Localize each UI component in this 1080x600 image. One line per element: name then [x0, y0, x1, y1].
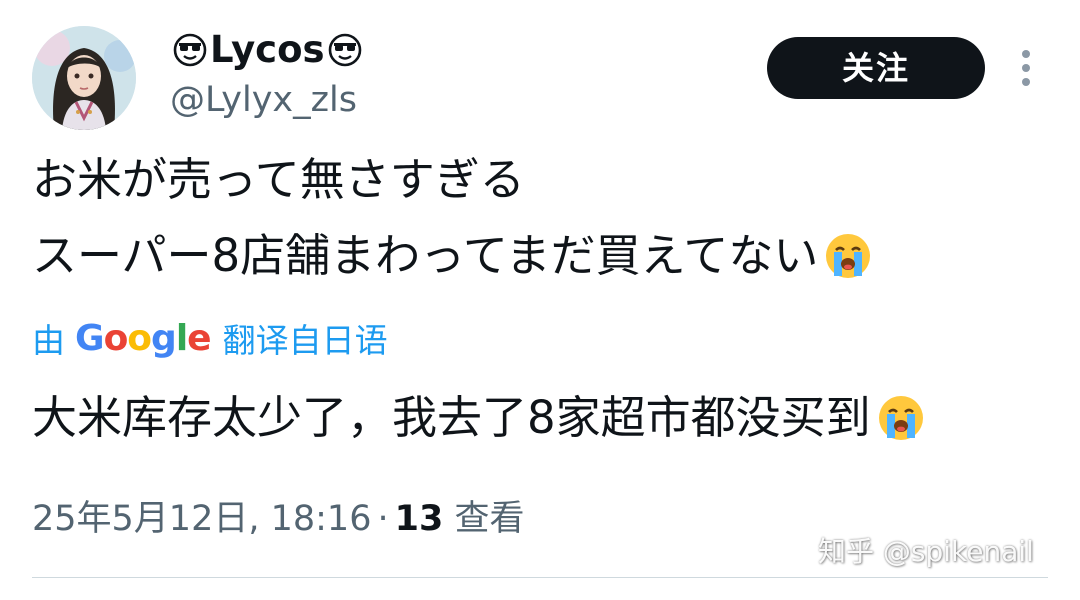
tweet-text-line-2: スーパー8店舗まわってまだ買えてない	[32, 229, 819, 282]
loudly-crying-face-icon	[822, 230, 874, 282]
translate-source-label: 翻译自日语	[222, 321, 388, 360]
follow-button[interactable]: 关注	[767, 37, 985, 99]
display-name[interactable]: Lycos	[170, 26, 365, 74]
google-letter: e	[187, 317, 211, 359]
translated-text-line: 大米库存太少了，我去了8家超市都没买到	[32, 391, 871, 444]
google-letter: o	[127, 317, 152, 359]
views-count: 13	[394, 499, 444, 539]
tweet-text-line: スーパー8店舗まわってまだ買えてない	[32, 226, 874, 286]
smiling-face-with-sunglasses-icon	[173, 33, 207, 67]
translate-link[interactable]: 由 Google 翻译自日语	[32, 314, 388, 362]
divider	[32, 577, 1048, 578]
loudly-crying-face-icon	[875, 392, 927, 444]
avatar-girl-icon	[32, 26, 136, 130]
more-vertical-icon[interactable]	[1016, 48, 1036, 88]
smiling-face-with-sunglasses-icon	[328, 33, 362, 67]
display-name-text: Lycos	[210, 28, 325, 71]
tweet-meta: 25年5月12日, 18:16 · 13 查看	[32, 494, 524, 544]
meta-separator: ·	[377, 499, 389, 539]
google-letter: G	[75, 317, 105, 359]
watermark: 知乎 @spikenail	[818, 535, 1034, 568]
avatar[interactable]	[32, 26, 136, 130]
tweet-timestamp[interactable]: 25年5月12日, 18:16	[32, 499, 371, 539]
translated-text: 大米库存太少了，我去了8家超市都没买到	[32, 388, 927, 448]
user-handle[interactable]: @Lylyx_zls	[170, 76, 357, 124]
views-label: 查看	[454, 499, 525, 539]
google-letter: g	[151, 317, 177, 359]
tweet-text-line: お米が売って無さすぎる	[32, 150, 525, 210]
google-letter: o	[103, 317, 129, 359]
google-letter: l	[175, 317, 188, 359]
tweet-text-line-1: お米が売って無さすぎる	[32, 153, 525, 206]
google-logo: Google	[75, 317, 212, 359]
translate-by-label: 由	[32, 321, 65, 360]
